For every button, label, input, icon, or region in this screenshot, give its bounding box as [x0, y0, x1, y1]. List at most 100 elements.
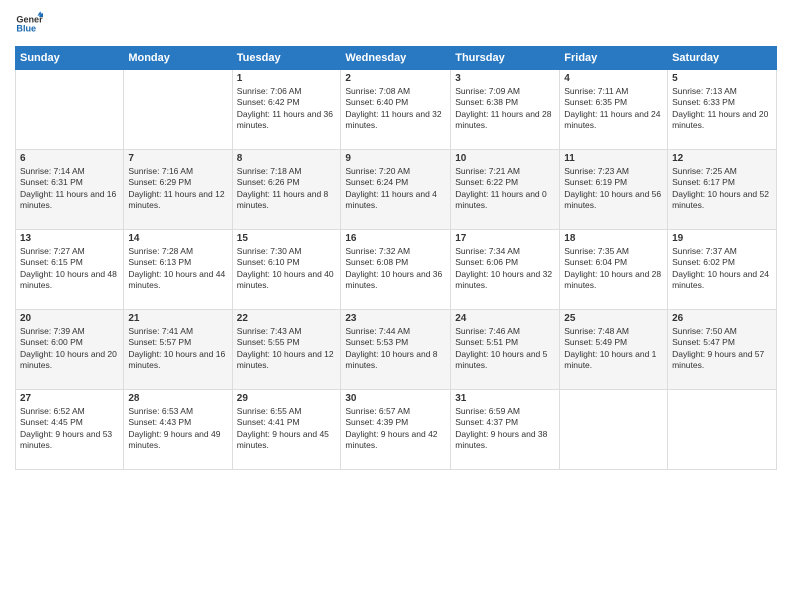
day-info: Sunrise: 7:30 AMSunset: 6:10 PMDaylight:… [237, 246, 337, 292]
day-number: 24 [455, 313, 555, 324]
calendar-cell: 21 Sunrise: 7:41 AMSunset: 5:57 PMDayligh… [124, 310, 232, 390]
weekday-header-row: SundayMondayTuesdayWednesdayThursdayFrid… [16, 47, 777, 70]
calendar-cell: 10 Sunrise: 7:21 AMSunset: 6:22 PMDayligh… [451, 150, 560, 230]
weekday-header-tuesday: Tuesday [232, 47, 341, 70]
logo: General Blue [15, 10, 43, 38]
calendar-cell: 2Sunrise: 7:08 AMSunset: 6:40 PMDaylight… [341, 70, 451, 150]
svg-text:Blue: Blue [16, 24, 36, 34]
day-number: 2 [345, 73, 446, 84]
calendar-cell: 17 Sunrise: 7:34 AMSunset: 6:06 PMDayligh… [451, 230, 560, 310]
calendar-cell: 30Sunrise: 6:57 AMSunset: 4:39 PMDayligh… [341, 390, 451, 470]
day-number: 31 [455, 393, 555, 404]
day-info: Sunrise: 7:43 AMSunset: 5:55 PMDaylight:… [237, 326, 337, 372]
day-info: Sunrise: 7:50 AMSunset: 5:47 PMDaylight:… [672, 326, 772, 372]
day-number: 1 [237, 73, 337, 84]
calendar-cell [668, 390, 777, 470]
day-info: Sunrise: 7:35 AMSunset: 6:04 PMDaylight:… [564, 246, 663, 292]
day-number: 21 [128, 313, 227, 324]
day-number: 17 [455, 233, 555, 244]
day-info: Sunrise: 7:28 AMSunset: 6:13 PMDaylight:… [128, 246, 227, 292]
day-info: Sunrise: 6:52 AMSunset: 4:45 PMDaylight:… [20, 406, 119, 452]
day-info: Sunrise: 7:46 AMSunset: 5:51 PMDaylight:… [455, 326, 555, 372]
day-info: Sunrise: 6:59 AMSunset: 4:37 PMDaylight:… [455, 406, 555, 452]
day-number: 16 [345, 233, 446, 244]
day-info: Sunrise: 7:13 AMSunset: 6:33 PMDaylight:… [672, 86, 772, 132]
day-number: 15 [237, 233, 337, 244]
calendar-cell: 3Sunrise: 7:09 AMSunset: 6:38 PMDaylight… [451, 70, 560, 150]
day-info: Sunrise: 7:39 AMSunset: 6:00 PMDaylight:… [20, 326, 119, 372]
day-number: 18 [564, 233, 663, 244]
day-number: 25 [564, 313, 663, 324]
calendar-cell: 23 Sunrise: 7:44 AMSunset: 5:53 PMDayligh… [341, 310, 451, 390]
day-number: 11 [564, 153, 663, 164]
calendar-cell: 31 Sunrise: 6:59 AMSunset: 4:37 PMDayligh… [451, 390, 560, 470]
day-number: 29 [237, 393, 337, 404]
day-number: 23 [345, 313, 446, 324]
day-info: Sunrise: 7:41 AMSunset: 5:57 PMDaylight:… [128, 326, 227, 372]
day-info: Sunrise: 7:48 AMSunset: 5:49 PMDaylight:… [564, 326, 663, 372]
day-number: 9 [345, 153, 446, 164]
calendar-cell: 19 Sunrise: 7:37 AMSunset: 6:02 PMDayligh… [668, 230, 777, 310]
calendar-cell: 25 Sunrise: 7:48 AMSunset: 5:49 PMDayligh… [560, 310, 668, 390]
calendar-cell: 22 Sunrise: 7:43 AMSunset: 5:55 PMDayligh… [232, 310, 341, 390]
calendar-cell: 7 Sunrise: 7:16 AMSunset: 6:29 PMDaylight… [124, 150, 232, 230]
day-number: 20 [20, 313, 119, 324]
calendar-cell: 24 Sunrise: 7:46 AMSunset: 5:51 PMDayligh… [451, 310, 560, 390]
day-info: Sunrise: 7:32 AMSunset: 6:08 PMDaylight:… [345, 246, 446, 292]
day-number: 28 [128, 393, 227, 404]
day-number: 22 [237, 313, 337, 324]
day-number: 6 [20, 153, 119, 164]
calendar-cell: 16 Sunrise: 7:32 AMSunset: 6:08 PMDayligh… [341, 230, 451, 310]
day-info: Sunrise: 7:34 AMSunset: 6:06 PMDaylight:… [455, 246, 555, 292]
page-header: General Blue [15, 10, 777, 38]
calendar-cell: 26 Sunrise: 7:50 AMSunset: 5:47 PMDayligh… [668, 310, 777, 390]
day-info: Sunrise: 7:14 AMSunset: 6:31 PMDaylight:… [20, 166, 119, 212]
calendar-cell: 8Sunrise: 7:18 AMSunset: 6:26 PMDaylight… [232, 150, 341, 230]
weekday-header-thursday: Thursday [451, 47, 560, 70]
day-number: 19 [672, 233, 772, 244]
day-number: 14 [128, 233, 227, 244]
day-info: Sunrise: 7:09 AMSunset: 6:38 PMDaylight:… [455, 86, 555, 132]
day-info: Sunrise: 7:18 AMSunset: 6:26 PMDaylight:… [237, 166, 337, 212]
calendar-cell [560, 390, 668, 470]
day-number: 26 [672, 313, 772, 324]
calendar-cell: 13 Sunrise: 7:27 AMSunset: 6:15 PMDayligh… [16, 230, 124, 310]
day-info: Sunrise: 7:37 AMSunset: 6:02 PMDaylight:… [672, 246, 772, 292]
calendar-cell: 12Sunrise: 7:25 AMSunset: 6:17 PMDayligh… [668, 150, 777, 230]
day-number: 7 [128, 153, 227, 164]
calendar-cell: 14 Sunrise: 7:28 AMSunset: 6:13 PMDayligh… [124, 230, 232, 310]
weekday-header-friday: Friday [560, 47, 668, 70]
day-number: 13 [20, 233, 119, 244]
calendar-week-1: 1Sunrise: 7:06 AMSunset: 6:42 PMDaylight… [16, 70, 777, 150]
calendar-cell: 20 Sunrise: 7:39 AMSunset: 6:00 PMDayligh… [16, 310, 124, 390]
day-number: 10 [455, 153, 555, 164]
day-info: Sunrise: 7:21 AMSunset: 6:22 PMDaylight:… [455, 166, 555, 212]
weekday-header-monday: Monday [124, 47, 232, 70]
calendar-week-2: 6 Sunrise: 7:14 AMSunset: 6:31 PMDaylight… [16, 150, 777, 230]
calendar-cell: 11 Sunrise: 7:23 AMSunset: 6:19 PMDayligh… [560, 150, 668, 230]
calendar-cell: 5 Sunrise: 7:13 AMSunset: 6:33 PMDaylight… [668, 70, 777, 150]
calendar-cell: 4 Sunrise: 7:11 AMSunset: 6:35 PMDaylight… [560, 70, 668, 150]
day-number: 27 [20, 393, 119, 404]
calendar-cell [16, 70, 124, 150]
calendar-cell: 27 Sunrise: 6:52 AMSunset: 4:45 PMDayligh… [16, 390, 124, 470]
day-number: 4 [564, 73, 663, 84]
weekday-header-wednesday: Wednesday [341, 47, 451, 70]
day-info: Sunrise: 6:53 AMSunset: 4:43 PMDaylight:… [128, 406, 227, 452]
day-info: Sunrise: 7:27 AMSunset: 6:15 PMDaylight:… [20, 246, 119, 292]
logo-icon: General Blue [15, 10, 43, 38]
calendar-week-3: 13 Sunrise: 7:27 AMSunset: 6:15 PMDayligh… [16, 230, 777, 310]
day-info: Sunrise: 7:20 AMSunset: 6:24 PMDaylight:… [345, 166, 446, 212]
day-info: Sunrise: 6:57 AMSunset: 4:39 PMDaylight:… [345, 406, 446, 452]
day-number: 5 [672, 73, 772, 84]
calendar-cell: 9 Sunrise: 7:20 AMSunset: 6:24 PMDaylight… [341, 150, 451, 230]
calendar-cell: 15 Sunrise: 7:30 AMSunset: 6:10 PMDayligh… [232, 230, 341, 310]
day-info: Sunrise: 7:16 AMSunset: 6:29 PMDaylight:… [128, 166, 227, 212]
day-info: Sunrise: 7:44 AMSunset: 5:53 PMDaylight:… [345, 326, 446, 372]
weekday-header-sunday: Sunday [16, 47, 124, 70]
calendar-cell: 29Sunrise: 6:55 AMSunset: 4:41 PMDayligh… [232, 390, 341, 470]
calendar-cell: 28 Sunrise: 6:53 AMSunset: 4:43 PMDayligh… [124, 390, 232, 470]
day-info: Sunrise: 7:25 AMSunset: 6:17 PMDaylight:… [672, 166, 772, 212]
day-info: Sunrise: 7:11 AMSunset: 6:35 PMDaylight:… [564, 86, 663, 132]
day-info: Sunrise: 7:23 AMSunset: 6:19 PMDaylight:… [564, 166, 663, 212]
